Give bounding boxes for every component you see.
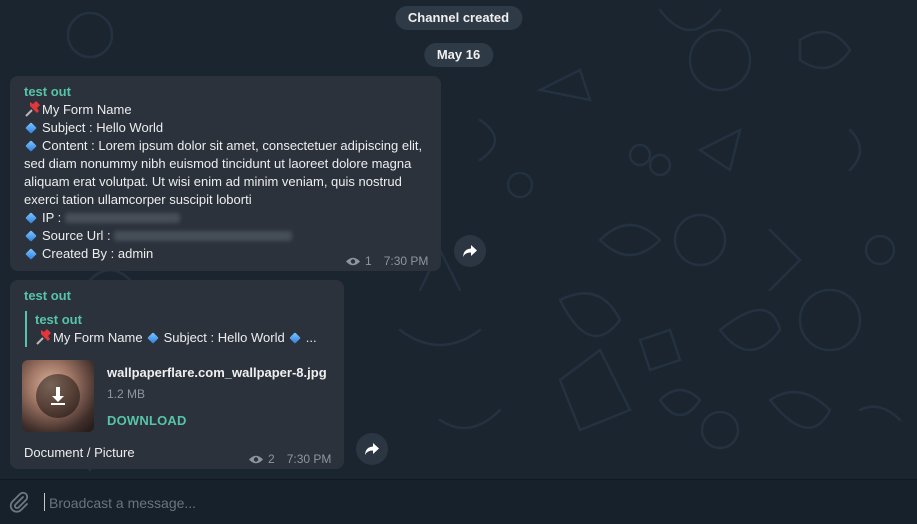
date-separator: May 16: [423, 43, 494, 67]
diamond-icon: [25, 230, 37, 242]
eye-icon: [249, 455, 263, 464]
reply-author: test out: [35, 312, 82, 327]
broadcast-input[interactable]: [47, 491, 831, 515]
share-arrow-icon: [365, 443, 379, 455]
diamond-icon: [146, 332, 159, 344]
form-title: My Form Name: [42, 102, 132, 117]
message-author[interactable]: test out: [24, 287, 71, 305]
message-meta: 2 7:30 PM: [248, 450, 331, 468]
message-time: 7:30 PM: [286, 452, 332, 466]
reply-quote[interactable]: test out My Form Name Subject : Hello Wor…: [25, 311, 335, 347]
diamond-icon: [25, 122, 37, 134]
ip-label: IP :: [42, 210, 62, 225]
download-circle[interactable]: [36, 374, 80, 418]
file-thumbnail[interactable]: [22, 360, 94, 432]
view-count: 2: [268, 452, 275, 466]
message-author[interactable]: test out: [24, 83, 428, 101]
forward-button[interactable]: [454, 235, 486, 267]
paperclip-icon[interactable]: [8, 491, 30, 513]
message-bubble-form[interactable]: test out My Form Name Subject : Hello Wo…: [10, 76, 441, 271]
reply-text: My Form Name: [53, 330, 143, 345]
download-link[interactable]: DOWNLOAD: [107, 412, 187, 430]
message-composer: [0, 479, 917, 524]
created-by-line: Created By : admin: [42, 246, 154, 261]
ip-redacted: [64, 213, 180, 223]
subject-line: Subject : Hello World: [42, 120, 164, 135]
diamond-icon: [25, 140, 37, 152]
channel-created-notice: Channel created: [394, 6, 523, 30]
file-name: wallpaperflare.com_wallpaper-8.jpg: [107, 365, 327, 380]
chat-background: Channel created May 16 test out My Form …: [0, 0, 917, 479]
file-size: 1.2 MB: [107, 387, 146, 401]
diamond-icon: [25, 248, 37, 260]
share-arrow-icon: [463, 245, 477, 257]
text-cursor: [44, 493, 45, 511]
source-url-label: Source Url :: [42, 228, 111, 243]
diamond-icon: [289, 332, 301, 344]
pushpin-icon: [36, 329, 51, 345]
reply-ellipsis: ...: [305, 330, 317, 345]
content-text: Content : Lorem ipsum dolor sit amet, co…: [24, 138, 423, 207]
reply-subject: Subject : Hello World: [163, 330, 285, 345]
file-caption: Document / Picture: [24, 445, 135, 460]
message-meta: 1 7:30 PM: [345, 252, 428, 270]
view-count: 1: [365, 254, 372, 268]
pushpin-icon: [25, 101, 40, 117]
message-bubble-file[interactable]: test out test out My Form Name Subject : …: [10, 280, 344, 469]
forward-button[interactable]: [356, 433, 388, 465]
eye-icon: [346, 257, 360, 266]
message-time: 7:30 PM: [383, 254, 429, 268]
download-arrow-icon: [51, 387, 65, 405]
source-url-redacted: [114, 231, 293, 241]
diamond-icon: [25, 212, 37, 224]
